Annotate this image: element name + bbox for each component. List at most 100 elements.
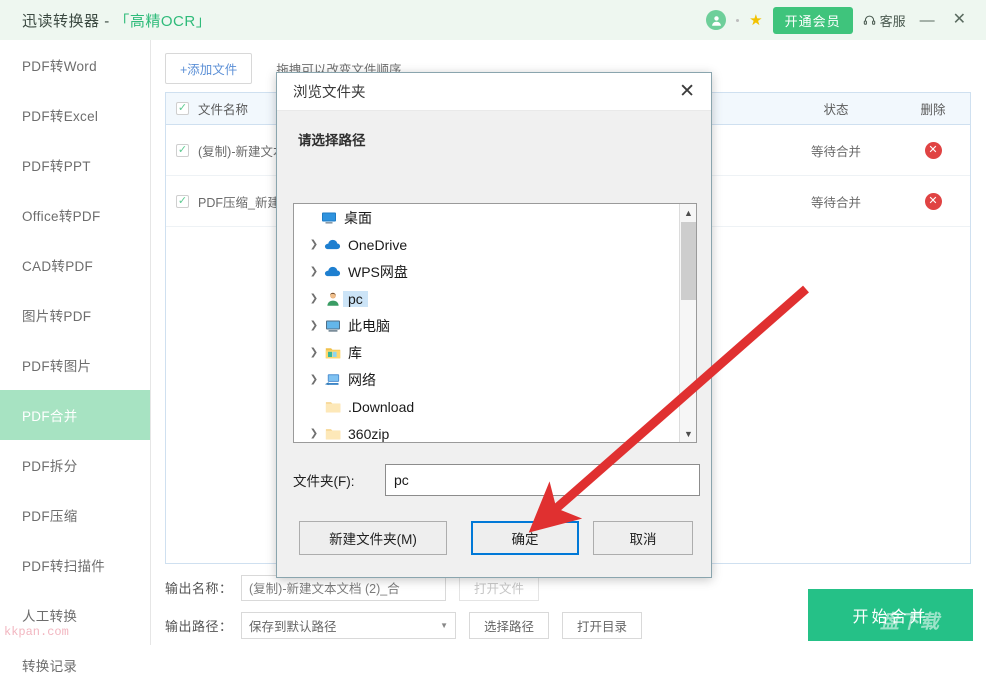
row-checkbox[interactable] (176, 194, 189, 208)
tree-node-2[interactable]: ❯ WPS网盘 (294, 258, 680, 285)
dialog-title-bar: 浏览文件夹 ✕ (277, 73, 711, 111)
tree-node-label: 桌面 (344, 209, 372, 226)
browse-folder-dialog: 浏览文件夹 ✕ 请选择路径 ❯桌面❯OneDrive❯WPS网盘❯pc❯此电脑❯… (276, 72, 712, 578)
library-folder-icon (322, 346, 343, 360)
customer-service-button[interactable]: 客服 (863, 11, 906, 30)
customer-service-label: 客服 (879, 13, 906, 29)
cloud-icon (322, 265, 343, 278)
chevron-right-icon[interactable]: ❯ (306, 239, 322, 250)
open-directory-button[interactable]: 打开目录 (562, 612, 643, 639)
chevron-right-icon[interactable]: ❯ (306, 320, 322, 331)
tree-node-label: 360zip (348, 425, 390, 442)
sidebar-item-1[interactable]: PDF转Excel (0, 90, 150, 140)
tree-node-7[interactable]: ❯.Download (294, 393, 680, 420)
folder-field-row: 文件夹(F): (293, 464, 700, 496)
sidebar-item-3[interactable]: Office转PDF (0, 190, 150, 240)
tree-node-0[interactable]: ❯桌面 (294, 204, 680, 231)
scrollbar-thumb[interactable] (681, 222, 696, 300)
open-vip-button[interactable]: 开通会员 (772, 6, 853, 34)
new-folder-button[interactable]: 新建文件夹(M) (299, 521, 447, 555)
scroll-down-icon[interactable]: ▼ (680, 425, 696, 442)
add-file-button[interactable]: +添加文件 (165, 53, 253, 84)
folder-icon (322, 400, 343, 414)
chevron-right-icon[interactable]: ❯ (306, 266, 322, 277)
tree-node-6[interactable]: ❯ 网络 (294, 366, 680, 393)
output-path-select[interactable]: 保存到默认路径 ▼ (241, 612, 456, 639)
chevron-right-icon[interactable]: ❯ (306, 374, 322, 385)
tree-node-4[interactable]: ❯ 此电脑 (294, 312, 680, 339)
row-checkbox[interactable] (176, 143, 189, 157)
sidebar-item-label: PDF转PPT (22, 159, 91, 174)
tree-node-label: WPS网盘 (348, 263, 408, 280)
sidebar-item-8[interactable]: PDF拆分 (0, 440, 150, 490)
desktop-monitor-icon (318, 210, 339, 226)
sidebar-item-10[interactable]: PDF转扫描件 (0, 540, 150, 590)
tree-node-3[interactable]: ❯ pc (294, 285, 680, 312)
tree-node-label: 网络 (348, 371, 376, 388)
sidebar-item-2[interactable]: PDF转PPT (0, 140, 150, 190)
select-all-checkbox[interactable] (176, 102, 189, 115)
folder-icon (322, 427, 343, 441)
sidebar-item-12[interactable]: 转换记录 (0, 640, 150, 690)
scroll-up-icon[interactable]: ▲ (680, 204, 696, 221)
folder-name-input[interactable] (385, 464, 700, 496)
folder-tree[interactable]: ❯桌面❯OneDrive❯WPS网盘❯pc❯此电脑❯库❯网络❯.Download… (293, 203, 697, 443)
sidebar-item-7[interactable]: PDF合并 (0, 390, 150, 440)
chevron-right-icon[interactable]: ❯ (306, 347, 322, 358)
sidebar-item-label: PDF拆分 (22, 459, 78, 474)
computer-icon (322, 318, 343, 334)
tree-node-label: pc (343, 290, 368, 307)
open-file-button[interactable]: 打开文件 (459, 574, 540, 601)
sidebar-item-4[interactable]: CAD转PDF (0, 240, 150, 290)
tree-node-8[interactable]: ❯ 360zip (294, 420, 680, 442)
cloud-icon (322, 238, 343, 251)
chevron-right-icon[interactable]: ❯ (306, 428, 322, 439)
tree-node-1[interactable]: ❯ OneDrive (294, 231, 680, 258)
separator-dot (736, 18, 740, 22)
tree-node-label: .Download (348, 398, 415, 415)
user-avatar-icon[interactable] (706, 10, 727, 30)
cell-delete: ✕ (896, 141, 970, 159)
column-header-status: 状态 (823, 103, 849, 117)
column-header-delete: 删除 (920, 103, 946, 117)
cell-delete: ✕ (896, 192, 970, 210)
user-icon (322, 291, 343, 307)
sidebar-item-label: 人工转换 (22, 609, 78, 624)
close-icon[interactable]: ✕ (673, 80, 701, 103)
cell-status: 等待合并 (810, 195, 861, 210)
sidebar-item-label: 图片转PDF (22, 309, 92, 324)
minimize-button[interactable]: — (916, 13, 939, 28)
bracket-close: 」 (195, 12, 212, 30)
app-title: 迅读转换器 - 「高精OCR」 (22, 10, 211, 31)
tree-node-label: OneDrive (348, 236, 408, 253)
chevron-right-icon[interactable]: ❯ (306, 293, 322, 304)
select-path-button[interactable]: 选择路径 (469, 612, 550, 639)
window-title-bar: 迅读转换器 - 「高精OCR」 ★ 开通会员 客服 — ✕ (0, 0, 986, 40)
titlebar-actions: ★ 开通会员 客服 — ✕ (706, 6, 986, 34)
sidebar: PDF转Word PDF转Excel PDF转PPT Office转PDF CAD转PD… (0, 40, 151, 674)
delete-circle-icon[interactable]: ✕ (924, 141, 942, 159)
crown-icon[interactable]: ★ (749, 13, 762, 28)
sidebar-item-label: PDF压缩 (22, 509, 78, 524)
ok-button[interactable]: 确定 (471, 521, 579, 555)
sidebar-item-label: PDF转扫描件 (22, 559, 106, 574)
output-name-input[interactable] (241, 574, 446, 601)
sidebar-item-9[interactable]: PDF压缩 (0, 490, 150, 540)
column-header-filename-label: 文件名称 (198, 103, 249, 117)
sidebar-item-6[interactable]: PDF转图片 (0, 340, 150, 390)
delete-circle-icon[interactable]: ✕ (924, 192, 942, 210)
output-name-label: 输出名称： (165, 581, 233, 596)
output-name-row: 输出名称： 打开文件 (165, 574, 540, 601)
cancel-button[interactable]: 取消 (593, 521, 693, 555)
tree-node-5[interactable]: ❯ 库 (294, 339, 680, 366)
sidebar-item-label: CAD转PDF (22, 259, 94, 274)
sidebar-item-label: PDF转Excel (22, 109, 99, 124)
sidebar-item-0[interactable]: PDF转Word (0, 40, 150, 90)
folder-label: 文件夹(F): (293, 474, 355, 489)
folder-tree-list: ❯桌面❯OneDrive❯WPS网盘❯pc❯此电脑❯库❯网络❯.Download… (294, 204, 680, 442)
sidebar-item-5[interactable]: 图片转PDF (0, 290, 150, 340)
output-path-value: 保存到默认路径 (249, 620, 337, 634)
close-button[interactable]: ✕ (949, 12, 970, 28)
tree-scrollbar[interactable]: ▲ ▼ (679, 204, 696, 442)
dialog-title: 浏览文件夹 (293, 85, 366, 101)
